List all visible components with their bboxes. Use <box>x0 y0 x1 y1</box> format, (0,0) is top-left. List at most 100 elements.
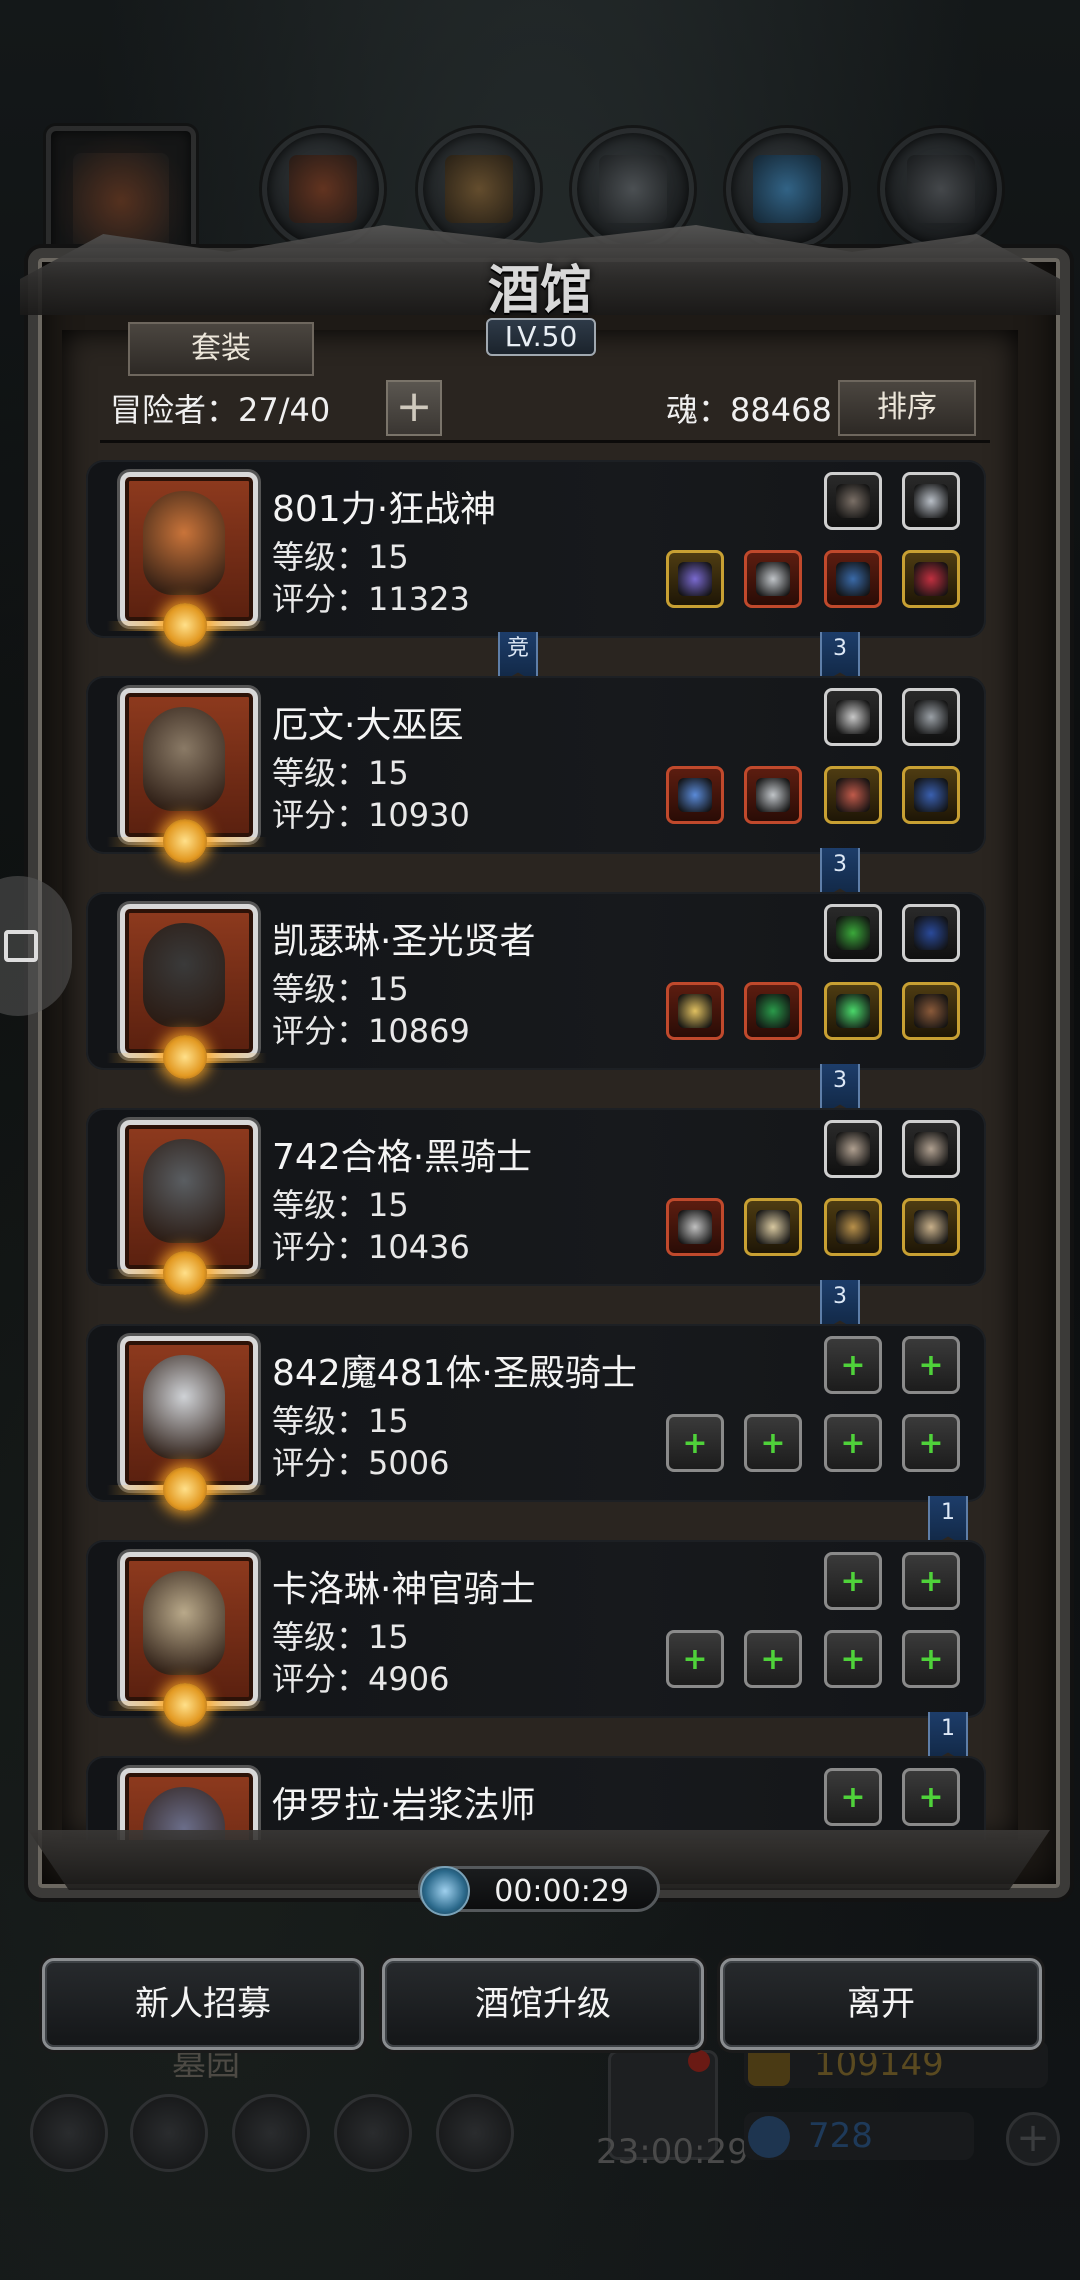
hero-level: 等级：15 <box>272 1618 409 1656</box>
hero-score: 评分：4906 <box>272 1660 450 1698</box>
hero-portrait[interactable] <box>107 1336 267 1511</box>
crossbow-icon <box>914 1132 948 1166</box>
hero-name: 伊罗拉·岩浆法师 <box>272 1785 536 1826</box>
equipment-slot[interactable] <box>824 1120 882 1178</box>
category-icon-row <box>40 126 1040 276</box>
crossbow-icon <box>836 1132 870 1166</box>
empty-equipment-slot[interactable]: + <box>902 1336 960 1394</box>
equipment-slot[interactable] <box>744 550 802 608</box>
empty-equipment-slot[interactable]: + <box>666 1414 724 1472</box>
equipment-slot[interactable] <box>902 550 960 608</box>
equipment-slot[interactable] <box>744 766 802 824</box>
equipment-slot[interactable] <box>666 982 724 1040</box>
ingot-category-icon[interactable] <box>880 128 1002 250</box>
empty-equipment-slot[interactable]: + <box>824 1768 882 1826</box>
ring-icon <box>914 562 948 596</box>
upgrade-tavern-button[interactable]: 酒馆升级 <box>382 1958 704 2050</box>
skull-mask-icon <box>914 1210 948 1244</box>
equipment-slot[interactable] <box>824 550 882 608</box>
plus-icon: + <box>840 1425 866 1461</box>
hero-name: 801力·狂战神 <box>272 489 497 530</box>
equipment-slot[interactable] <box>824 982 882 1040</box>
sort-button[interactable]: 排序 <box>838 380 976 436</box>
rank-medal-icon <box>163 1467 207 1511</box>
hero-name: 742合格·黑骑士 <box>272 1137 533 1178</box>
plus-icon: + <box>682 1425 708 1461</box>
equipment-slot[interactable] <box>902 904 960 962</box>
staff-icon <box>678 562 712 596</box>
equipment-slot[interactable] <box>824 1198 882 1256</box>
equipment-slot[interactable] <box>744 1198 802 1256</box>
syringe-icon <box>678 778 712 812</box>
hero-portrait[interactable] <box>107 1552 267 1727</box>
empty-equipment-slot[interactable]: + <box>902 1414 960 1472</box>
empty-equipment-slot[interactable]: + <box>902 1768 960 1826</box>
equipment-slot[interactable] <box>824 904 882 962</box>
feather-category-icon[interactable] <box>726 128 848 250</box>
set-button[interactable]: 套装 <box>128 322 314 376</box>
hero-card[interactable]: 厄文·大巫医 等级：15 评分：10930 <box>86 676 986 863</box>
hero-level: 等级：15 <box>272 1402 409 1440</box>
hero-card[interactable]: 伊罗拉·岩浆法师 + + <box>86 1756 986 1840</box>
plus-icon: + <box>918 1563 944 1599</box>
empty-equipment-slot[interactable]: + <box>744 1414 802 1472</box>
hero-score: 评分：10436 <box>272 1228 470 1266</box>
leave-button[interactable]: 离开 <box>720 1958 1042 2050</box>
header-divider <box>100 440 990 443</box>
hero-portrait[interactable] <box>107 1120 267 1295</box>
empty-equipment-slot[interactable]: + <box>824 1630 882 1688</box>
equipment-slot[interactable] <box>666 1198 724 1256</box>
empty-equipment-slot[interactable]: + <box>824 1336 882 1394</box>
empty-equipment-slot[interactable]: + <box>666 1630 724 1688</box>
vest-icon <box>756 994 790 1028</box>
recruit-button[interactable]: 新人招募 <box>42 1958 364 2050</box>
equipment-slot[interactable] <box>824 688 882 746</box>
gauntlet-icon <box>836 562 870 596</box>
hero-face-image <box>143 1139 225 1243</box>
hero-card[interactable]: 801力·狂战神 等级：15 评分：11323 <box>86 460 986 647</box>
equipment-slot[interactable] <box>902 1198 960 1256</box>
scroll-icon <box>836 1210 870 1244</box>
equipment-slot[interactable] <box>902 688 960 746</box>
empty-equipment-slot[interactable]: + <box>824 1414 882 1472</box>
hero-face-image <box>143 491 225 595</box>
equipment-slot[interactable] <box>902 472 960 530</box>
equipment-slot[interactable] <box>902 766 960 824</box>
equipment-slot[interactable] <box>824 766 882 824</box>
add-adventurer-button[interactable]: + <box>386 380 442 436</box>
clock-icon <box>420 1866 470 1916</box>
hero-portrait[interactable] <box>120 1768 258 1840</box>
empty-equipment-slot[interactable]: + <box>902 1552 960 1610</box>
hero-portrait[interactable] <box>107 472 267 647</box>
equipment-slot[interactable] <box>824 472 882 530</box>
crest-icon <box>756 1210 790 1244</box>
hero-name: 凯瑟琳·圣光贤者 <box>272 921 536 962</box>
empty-equipment-slot[interactable]: + <box>824 1552 882 1610</box>
hero-card[interactable]: 凯瑟琳·圣光贤者 等级：15 评分：10869 <box>86 892 986 1079</box>
hero-level: 等级：15 <box>272 1186 409 1224</box>
empty-equipment-slot[interactable]: + <box>744 1630 802 1688</box>
empty-equipment-slot[interactable]: + <box>902 1630 960 1688</box>
hero-portrait[interactable] <box>107 688 267 863</box>
armor-icon <box>756 778 790 812</box>
plus-icon: + <box>918 1641 944 1677</box>
hero-face-image <box>143 707 225 811</box>
sword-icon <box>678 1210 712 1244</box>
hero-card[interactable]: 卡洛琳·神官骑士 等级：15 评分：4906 + + + + + + <box>86 1540 986 1727</box>
shield-icon <box>914 778 948 812</box>
hero-card[interactable]: 742合格·黑骑士 等级：15 评分：10436 <box>86 1108 986 1295</box>
plus-icon: + <box>918 1779 944 1815</box>
equipment-slot[interactable] <box>666 550 724 608</box>
equipment-slot[interactable] <box>744 982 802 1040</box>
cloak-icon <box>914 994 948 1028</box>
plus-icon: + <box>840 1779 866 1815</box>
hero-list[interactable]: 801力·狂战神 等级：15 评分：11323 竞 3 厄文·大巫医 等级：15 评分：109… <box>86 460 986 1840</box>
equipment-slot[interactable] <box>666 766 724 824</box>
hero-portrait[interactable] <box>107 904 267 1079</box>
equipment-slot[interactable] <box>902 1120 960 1178</box>
panel-title: 酒馆 <box>487 260 592 321</box>
feather-icon <box>836 484 870 518</box>
hero-card[interactable]: 842魔481体·圣殿骑士 等级：15 评分：5006 + + + + + + <box>86 1324 986 1511</box>
plus-icon: + <box>840 1563 866 1599</box>
equipment-slot[interactable] <box>902 982 960 1040</box>
